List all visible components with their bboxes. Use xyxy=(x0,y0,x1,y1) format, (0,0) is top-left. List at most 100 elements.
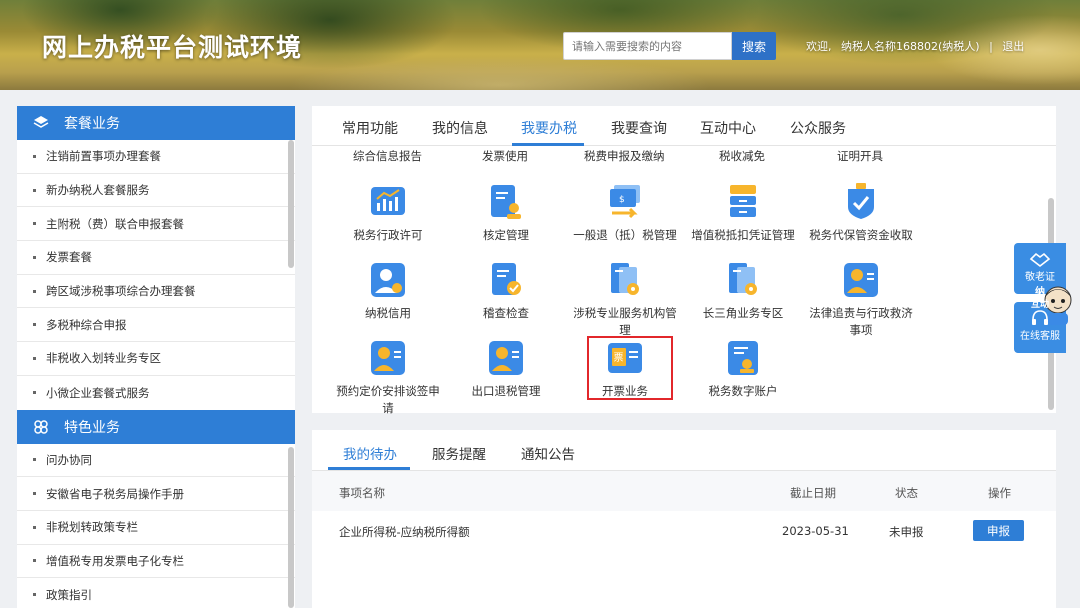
sidebar-item-label: 政策指引 xyxy=(46,587,92,602)
sidebar-item[interactable]: 小微企业套餐式服务 xyxy=(17,376,295,410)
sidebar-item-label: 多税种综合申报 xyxy=(46,317,127,332)
sidebar-item[interactable]: 安徽省电子税务局操作手册 xyxy=(17,477,295,511)
bullet-icon xyxy=(33,255,36,259)
sidebar-item[interactable]: 多税种综合申报 xyxy=(17,308,295,343)
tile-legal-remedy[interactable]: 法律追责与行政救济事项 xyxy=(806,261,916,339)
tab-common[interactable]: 常用功能 xyxy=(342,118,398,138)
sidebar-item-label: 跨区域涉税事项综合办理套餐 xyxy=(46,284,196,299)
sidebar-group-featured[interactable]: 特色业务 xyxy=(17,409,295,444)
sidebar-group-title: 套餐业务 xyxy=(64,116,120,132)
search-input[interactable] xyxy=(563,32,732,60)
tile-label: 出口退税管理 xyxy=(471,384,541,398)
tile-professional-service[interactable]: 涉税专业服务机构管理 xyxy=(570,261,680,339)
tab-my-todo[interactable]: 我的待办 xyxy=(343,443,397,463)
handshake-icon xyxy=(1014,243,1066,271)
tab-bar: 常用功能 我的信息 我要办税 我要查询 互动中心 公众服务 xyxy=(312,106,1056,146)
tile-export-refund[interactable]: 出口退税管理 xyxy=(451,339,561,400)
bullet-icon xyxy=(33,593,36,597)
tile-digital-account[interactable]: 税务数字账户 xyxy=(688,339,798,400)
search-box: 搜索 xyxy=(563,32,776,60)
tile-escrow[interactable]: 税务代保管资金收取 xyxy=(806,183,916,244)
service-link[interactable]: 证明开具 xyxy=(837,148,883,164)
layers-icon xyxy=(32,114,50,132)
sidebar-group-package[interactable]: 套餐业务 xyxy=(17,106,295,140)
tile-tax-refund[interactable]: $ 一般退（抵）税管理 xyxy=(570,183,680,244)
tile-label: 法律追责与行政救济事项 xyxy=(809,306,913,337)
tab-my-info[interactable]: 我的信息 xyxy=(432,118,488,138)
tile-label: 一般退（抵）税管理 xyxy=(573,228,677,242)
todo-item-name: 企业所得税-应纳税所得额 xyxy=(339,525,470,539)
sidebar-item[interactable]: 问办协同 xyxy=(17,444,295,478)
tab-public-service[interactable]: 公众服务 xyxy=(790,118,846,138)
sidebar-item-label: 主附税（费）联合申报套餐 xyxy=(46,216,184,231)
user-card-icon xyxy=(369,339,407,377)
taxpayer-name[interactable]: 纳税人名称168802(纳税人) xyxy=(841,40,980,53)
user-star-icon xyxy=(369,261,407,299)
todo-item-status: 未申报 xyxy=(889,525,924,539)
tile-tax-credit[interactable]: 纳税信用 xyxy=(333,261,443,322)
stack-icon xyxy=(724,183,762,221)
tab-service-reminder[interactable]: 服务提醒 xyxy=(432,443,486,463)
tile-yangtze-delta[interactable]: 长三角业务专区 xyxy=(688,261,798,322)
header-banner: 网上办税平台测试环境 搜索 欢迎, 纳税人名称168802(纳税人) | 退出 xyxy=(0,0,1080,90)
tile-label: 长三角业务专区 xyxy=(702,306,784,320)
document-gear-icon xyxy=(724,261,762,299)
tab-notice[interactable]: 通知公告 xyxy=(521,443,575,463)
tile-apa[interactable]: 预约定价安排谈签申请 xyxy=(333,339,443,417)
service-link[interactable]: 综合信息报告 xyxy=(353,148,422,164)
chart-icon xyxy=(369,183,407,221)
tile-label: 核定管理 xyxy=(483,228,529,242)
column-header-name: 事项名称 xyxy=(339,486,385,500)
bullet-icon xyxy=(33,458,36,462)
search-button[interactable]: 搜索 xyxy=(732,32,776,60)
service-link[interactable]: 发票使用 xyxy=(482,148,528,164)
logout-link[interactable]: 退出 xyxy=(1002,40,1024,53)
tile-label: 税务行政许可 xyxy=(353,228,423,242)
sidebar-item[interactable]: 主附税（费）联合申报套餐 xyxy=(17,207,295,242)
highlight-box xyxy=(587,336,673,400)
sidebar-item[interactable]: 非税划转政策专栏 xyxy=(17,511,295,545)
svg-text:$: $ xyxy=(619,195,625,205)
user-card-icon xyxy=(487,339,525,377)
sidebar-item[interactable]: 注销前置事项办理套餐 xyxy=(17,140,295,174)
tab-tax-handling[interactable]: 我要办税 xyxy=(521,118,577,138)
todo-item-deadline: 2023-05-31 xyxy=(782,524,849,538)
float-label: 在线客服 xyxy=(1020,331,1060,342)
column-header-action: 操作 xyxy=(988,486,1011,500)
bullet-icon xyxy=(33,289,36,293)
sidebar-item[interactable]: 新办纳税人套餐服务 xyxy=(17,174,295,208)
sidebar-item[interactable]: 政策指引 xyxy=(17,578,295,608)
table-header: 事项名称 截止日期 状态 操作 xyxy=(312,471,1056,511)
todo-panel: 我的待办 服务提醒 通知公告 事项名称 截止日期 状态 操作 企业所得税-应纳税… xyxy=(312,430,1056,608)
bullet-icon xyxy=(33,492,36,496)
service-link[interactable]: 税费申报及缴纳 xyxy=(584,148,665,164)
tile-inspection[interactable]: 稽查检查 xyxy=(451,261,561,322)
sidebar-item[interactable]: 跨区域涉税事项综合办理套餐 xyxy=(17,275,295,309)
bullet-icon xyxy=(33,188,36,192)
tile-verification[interactable]: 核定管理 xyxy=(451,183,561,244)
tile-label: 预约定价安排谈签申请 xyxy=(336,384,440,415)
sidebar-item-label: 非税划转政策专栏 xyxy=(46,520,138,535)
sidebar-scrollbar[interactable] xyxy=(288,140,294,268)
mascot-label: 互动 xyxy=(1031,300,1050,310)
document-check-icon xyxy=(487,261,525,299)
sidebar-item[interactable]: 发票套餐 xyxy=(17,241,295,275)
sidebar-item[interactable]: 非税收入划转业务专区 xyxy=(17,342,295,376)
bullet-icon xyxy=(33,391,36,395)
sidebar-item-label: 增值税专用发票电子化专栏 xyxy=(46,553,184,568)
sidebar-scrollbar[interactable] xyxy=(288,447,294,608)
sidebar-item-label: 小微企业套餐式服务 xyxy=(46,385,150,400)
document-gear-icon xyxy=(606,261,644,299)
tile-vat-deduction[interactable]: 增值税抵扣凭证管理 xyxy=(688,183,798,244)
bullet-icon xyxy=(33,154,36,158)
service-link[interactable]: 税收减免 xyxy=(719,148,765,164)
tab-interaction[interactable]: 互动中心 xyxy=(700,118,756,138)
sidebar-item-label: 发票套餐 xyxy=(46,250,92,265)
tile-admin-license[interactable]: 税务行政许可 xyxy=(333,183,443,244)
tab-query[interactable]: 我要查询 xyxy=(611,118,667,138)
bullet-icon xyxy=(33,525,36,529)
tile-label: 涉税专业服务机构管理 xyxy=(573,306,677,337)
sidebar-item-label: 注销前置事项办理套餐 xyxy=(46,149,161,164)
report-button[interactable]: 申报 xyxy=(973,520,1024,541)
sidebar-item[interactable]: 增值税专用发票电子化专栏 xyxy=(17,545,295,579)
